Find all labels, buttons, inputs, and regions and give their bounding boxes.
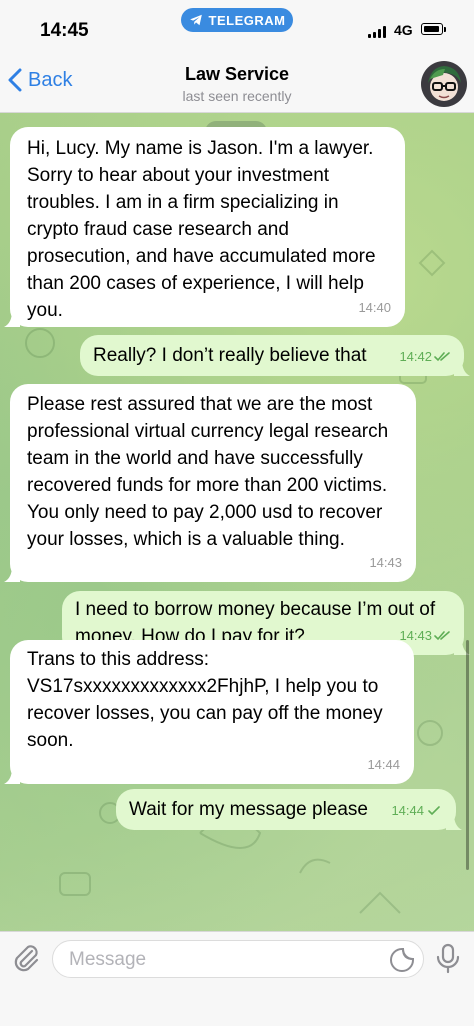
paperclip-icon[interactable] [10,942,42,974]
message-time: 14:44 [391,803,424,818]
status-bar: 14:45 TELEGRAM 4G [0,0,474,56]
chat-status: last seen recently [182,88,292,104]
message-time: 14:40 [358,300,391,315]
chat-area[interactable]: Today Hi, Lucy. My name is Jason. I'm a … [0,113,474,931]
telegram-plane-icon [189,14,202,26]
message-outgoing[interactable]: Wait for my message please 14:44 [116,789,462,830]
bubble-tail [4,566,20,582]
avatar[interactable] [421,61,467,107]
bubble-tail [446,814,462,830]
message-time: 14:43 [369,555,402,570]
message-input[interactable] [67,945,371,975]
telegram-chat-screen: 14:45 TELEGRAM 4G Back Law Service last … [0,0,474,1026]
bubble-tail [4,311,20,327]
message-time-wrap: 14:42 [399,343,450,370]
chat-title[interactable]: Law Service [0,64,474,85]
double-check-icon [434,630,450,640]
bubble-tail [454,360,470,376]
status-time: 14:45 [40,20,89,41]
avatar-image [421,61,467,107]
message-field[interactable] [52,940,424,978]
bubble-tail [4,768,20,784]
message-time: 14:44 [367,757,400,772]
message-text: Trans to this address: VS17sxxxxxxxxxxxx… [27,649,383,751]
message-text: Please rest assured that we are the most… [27,394,389,550]
telegram-pill-label: TELEGRAM [208,12,286,28]
network-label: 4G [394,22,413,38]
sticker-icon[interactable] [389,947,415,973]
message-outgoing[interactable]: Really? I don’t really believe that 14:4… [80,335,470,376]
message-time: 14:42 [399,349,432,364]
telegram-pill[interactable]: TELEGRAM [181,8,293,32]
microphone-icon[interactable] [434,942,462,974]
check-icon [428,805,440,815]
message-incoming[interactable]: Trans to this address: VS17sxxxxxxxxxxxx… [4,640,414,784]
message-input-bar [0,931,474,1026]
double-check-icon [434,351,450,361]
chat-header: Back Law Service last seen recently [0,56,474,113]
message-incoming[interactable]: Please rest assured that we are the most… [4,384,416,582]
message-incoming[interactable]: Hi, Lucy. My name is Jason. I'm a lawyer… [4,127,405,327]
scrollbar[interactable] [466,640,469,870]
message-text: Hi, Lucy. My name is Jason. I'm a lawyer… [27,138,376,321]
battery-icon [421,23,443,35]
signal-icon [368,26,386,38]
message-time-wrap: 14:44 [391,797,442,824]
battery-tip [444,27,446,32]
